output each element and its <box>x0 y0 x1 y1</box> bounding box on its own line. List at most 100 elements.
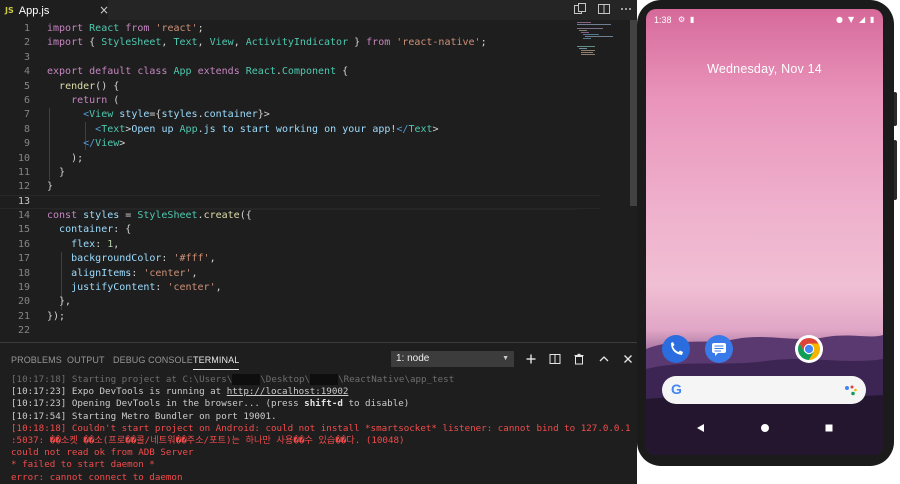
terminal-line: [10:17:23] Expo DevTools is running at h… <box>11 386 349 398</box>
code-line: } <box>47 181 54 193</box>
line-number: 22 <box>17 325 30 337</box>
line-number: 21 <box>17 310 30 322</box>
chevron-down-icon: ▼ <box>502 355 509 362</box>
back-icon[interactable] <box>696 423 706 433</box>
recents-icon[interactable] <box>824 423 834 433</box>
code-line: justifyContent: 'center', <box>71 282 222 294</box>
minimap[interactable] <box>575 20 635 80</box>
code-line: return ( <box>71 94 120 106</box>
code-line: flex: 1, <box>71 238 120 250</box>
assistant-icon[interactable] <box>844 384 858 396</box>
messages-app-icon[interactable] <box>705 335 733 363</box>
terminal-error-line: error: cannot connect to daemon <box>11 471 183 483</box>
terminal-error-line: :5037: ��소켓 ��소(프로��콜/네트워��주소/포트)는 하나만 사… <box>11 434 405 446</box>
split-editor-icon[interactable] <box>597 2 611 16</box>
code-content[interactable]: import React from 'react'; import { Styl… <box>0 22 600 339</box>
split-terminal-icon[interactable] <box>549 353 561 365</box>
status-time: 1:38 <box>654 15 672 25</box>
tab-terminal[interactable]: TERMINAL <box>193 355 240 370</box>
line-number: 9 <box>23 138 30 150</box>
tab-debug-console[interactable]: DEBUG CONSOLE <box>113 355 193 365</box>
android-emulator: 1:38 ⚙ ▮ ● ▼ ◢ ▮ Wednesday, Nov 14 G <box>637 0 900 470</box>
navigation-bar <box>646 409 883 449</box>
line-number: 10 <box>17 152 30 164</box>
vscode-window: JS App.js × 1 2 3 4 5 6 7 8 9 10 11 12 1… <box>0 0 637 484</box>
code-line: alignItems: 'center', <box>71 267 198 279</box>
code-line: import React from 'react'; <box>47 23 204 34</box>
terminal-line: [10:17:54] Starting Metro Bundler on por… <box>11 410 277 422</box>
tab-app-js[interactable]: JS App.js × <box>0 0 109 20</box>
chrome-app-icon[interactable] <box>795 335 823 363</box>
code-line: ); <box>47 152 84 164</box>
code-line: }, <box>47 296 72 308</box>
sd-card-icon: ▮ <box>690 15 695 24</box>
phone-screen[interactable]: 1:38 ⚙ ▮ ● ▼ ◢ ▮ Wednesday, Nov 14 G <box>646 9 883 455</box>
close-panel-icon[interactable] <box>622 353 634 365</box>
code-line: <Text>Open up App.js to start working on… <box>95 123 439 135</box>
line-number-gutter: 1 2 3 4 5 6 7 8 9 10 11 12 13 14 15 16 1… <box>0 22 30 339</box>
terminal-output[interactable]: [10:17:18] Starting project at C:\Users\… <box>11 374 633 484</box>
code-line: <View style={styles.container}> <box>83 109 270 121</box>
panel-tab-bar: PROBLEMS OUTPUT DEBUG CONSOLE TERMINAL 1… <box>0 343 637 375</box>
trash-icon[interactable] <box>573 353 585 365</box>
terminal-error-line: [10:18:18] Couldn't start project on And… <box>11 422 631 434</box>
tab-output[interactable]: OUTPUT <box>67 355 105 365</box>
line-number: 16 <box>17 238 30 250</box>
line-number: 19 <box>17 282 30 294</box>
code-line: export default class App extends React.C… <box>47 66 349 78</box>
line-number: 18 <box>17 267 30 279</box>
phone-app-icon[interactable] <box>662 335 690 363</box>
signal-icon: ◢ <box>859 15 866 24</box>
close-icon[interactable]: × <box>99 3 109 17</box>
line-number: 1 <box>23 23 30 34</box>
code-line: const styles = StyleSheet.create({ <box>47 210 252 222</box>
vertical-scrollbar[interactable] <box>630 20 637 206</box>
line-number: 6 <box>23 94 30 106</box>
code-editor[interactable]: 1 2 3 4 5 6 7 8 9 10 11 12 13 14 15 16 1… <box>0 20 637 342</box>
code-line: render() { <box>59 80 120 92</box>
code-line: import { StyleSheet, Text, View, Activit… <box>47 37 487 49</box>
wifi-icon: ▼ <box>848 15 855 24</box>
tab-problems[interactable]: PROBLEMS <box>11 355 62 365</box>
line-number: 12 <box>17 181 30 193</box>
home-icon[interactable] <box>760 423 770 433</box>
location-icon: ● <box>836 15 843 24</box>
code-line: } <box>47 166 66 178</box>
terminal-select-value: 1: node <box>396 353 430 364</box>
line-number: 15 <box>17 224 30 236</box>
line-number: 14 <box>17 210 30 222</box>
devtools-link[interactable]: http://localhost:19002 <box>227 386 349 397</box>
code-line: </View> <box>83 138 126 150</box>
line-number: 5 <box>23 80 30 92</box>
editor-tab-bar: JS App.js × <box>0 0 637 20</box>
code-line: container: { <box>59 224 132 236</box>
terminal-select[interactable]: 1: node ▼ <box>391 351 514 367</box>
terminal-error-line: * failed to start daemon * <box>11 459 155 471</box>
status-bar: 1:38 ⚙ ▮ ● ▼ ◢ ▮ <box>646 9 883 31</box>
google-search-bar[interactable]: G <box>662 376 866 404</box>
code-line-current <box>0 194 600 210</box>
chevron-up-icon[interactable] <box>598 353 610 365</box>
line-number: 3 <box>23 51 30 63</box>
google-logo: G <box>671 381 682 397</box>
tab-label: App.js <box>18 4 50 17</box>
code-line: backgroundColor: '#fff', <box>71 253 216 265</box>
gear-icon: ⚙ <box>678 15 686 24</box>
redacted-block <box>232 374 261 385</box>
open-changes-icon[interactable] <box>573 2 587 16</box>
line-number: 17 <box>17 253 30 265</box>
code-line: }); <box>47 310 66 322</box>
plus-icon[interactable] <box>525 353 537 365</box>
terminal-line: [10:17:18] Starting project at C:\Users\… <box>11 374 455 385</box>
line-number: 20 <box>17 296 30 308</box>
bottom-panel: PROBLEMS OUTPUT DEBUG CONSOLE TERMINAL 1… <box>0 342 637 484</box>
line-number: 11 <box>17 166 30 178</box>
redacted-block <box>310 374 339 385</box>
horizontal-scrollbar[interactable] <box>47 208 577 210</box>
lockscreen-date: Wednesday, Nov 14 <box>707 62 822 76</box>
line-number: 8 <box>23 123 30 135</box>
line-number: 4 <box>23 66 30 78</box>
more-actions-icon[interactable] <box>619 2 633 16</box>
line-number: 2 <box>23 37 30 49</box>
